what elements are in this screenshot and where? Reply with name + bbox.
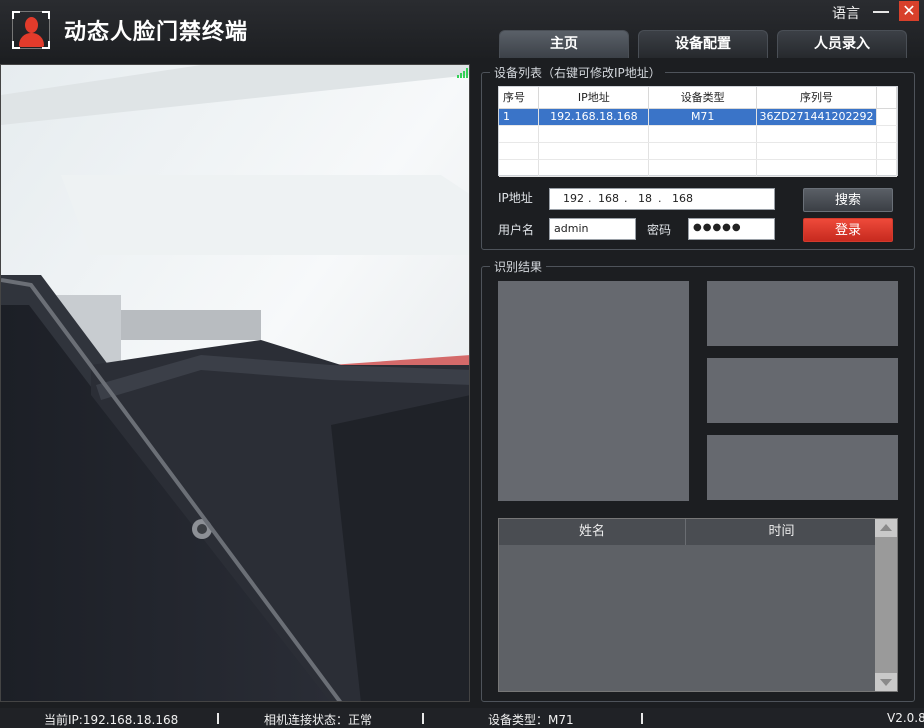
face-logo-icon [12, 11, 50, 49]
username-label: 用户名 [498, 223, 535, 237]
app-title: 动态人脸门禁终端 [64, 20, 249, 45]
column-header: 设备类型 [648, 87, 758, 109]
cell-device-type: M71 [648, 108, 758, 126]
device-list-legend: 设备列表（右键可修改IP地址） [490, 64, 665, 81]
status-camera-state: 相机连接状态：正常 [264, 713, 373, 727]
device-table[interactable]: 序号 IP地址 设备类型 序列号 1 192.168.18.168 M71 36… [498, 86, 898, 177]
match-image-3 [707, 435, 898, 500]
ip-dot: . [624, 192, 628, 205]
search-button[interactable]: 搜索 [803, 188, 893, 212]
status-device-type: 设备类型：M71 [488, 713, 574, 727]
column-header: IP地址 [538, 87, 650, 109]
cell-ip: 192.168.18.168 [538, 108, 650, 126]
login-button[interactable]: 登录 [803, 218, 893, 242]
table-row-empty [499, 125, 897, 143]
table-row-empty [499, 159, 897, 177]
tab-person-entry[interactable]: 人员录入 [777, 30, 907, 58]
ip-dot: . [588, 192, 592, 205]
scroll-down-button[interactable] [875, 673, 897, 691]
minimize-button[interactable] [871, 2, 891, 20]
column-header-name: 姓名 [499, 519, 686, 545]
table-row-empty [499, 142, 897, 160]
results-header: 姓名 时间 [499, 519, 876, 545]
column-header-time: 时间 [768, 524, 795, 539]
scroll-up-button[interactable] [875, 519, 897, 537]
ip-octet: 192 [563, 192, 584, 205]
ip-address-input[interactable]: 192 . 168 . 18 . 168 [549, 188, 775, 210]
status-separator [641, 713, 643, 724]
close-button[interactable]: ✕ [899, 1, 919, 21]
password-input[interactable]: ●●●●● [688, 218, 775, 240]
recognition-legend: 识别结果 [490, 258, 547, 275]
device-table-header: 序号 IP地址 设备类型 序列号 [499, 87, 897, 109]
column-header: 序列号 [756, 87, 878, 109]
status-bar: 当前IP:192.168.18.168 相机连接状态：正常 设备类型：M71 V… [0, 708, 924, 728]
signal-strength-icon [457, 68, 469, 78]
status-version: V2.0.8 [887, 711, 924, 725]
ip-octet: 168 [598, 192, 619, 205]
results-scrollbar[interactable] [875, 519, 897, 691]
ip-octet: 168 [672, 192, 693, 205]
ip-octet: 18 [638, 192, 652, 205]
language-menu[interactable]: 语言 [832, 3, 860, 23]
match-image-1 [707, 281, 898, 346]
username-input[interactable]: admin [549, 218, 636, 240]
match-image-2 [707, 358, 898, 423]
arrow-down-icon [880, 679, 892, 686]
tab-device-config[interactable]: 设备配置 [638, 30, 768, 58]
arrow-up-icon [880, 524, 892, 531]
camera-feed-image [1, 65, 469, 701]
app-window: 动态人脸门禁终端 语言 ✕ 主页 设备配置 人员录入 设备列表（右键可修改IP地… [0, 0, 924, 728]
status-separator [422, 713, 424, 724]
column-header: 序号 [499, 87, 540, 109]
cell-serial: 36ZD271441202292 [756, 108, 878, 126]
recognition-results-table[interactable]: 姓名 时间 [498, 518, 898, 692]
title-bar: 动态人脸门禁终端 语言 ✕ 主页 设备配置 人员录入 [0, 0, 924, 58]
table-row[interactable]: 1 192.168.18.168 M71 36ZD271441202292 [499, 108, 897, 126]
password-label: 密码 [647, 223, 672, 237]
ip-dot: . [658, 192, 662, 205]
status-separator [217, 713, 219, 724]
camera-preview [0, 64, 470, 702]
captured-face-image [498, 281, 689, 501]
cell-index: 1 [499, 108, 540, 126]
ip-label: IP地址 [498, 191, 533, 205]
status-current-ip: 当前IP:192.168.18.168 [44, 713, 179, 727]
tab-home[interactable]: 主页 [499, 30, 629, 58]
